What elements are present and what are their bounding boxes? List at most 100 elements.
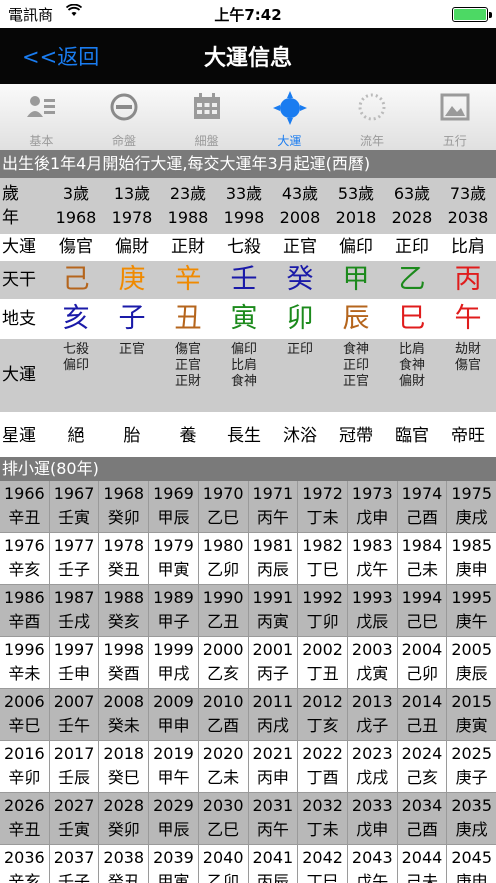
- canggan-shishen: 七殺: [62, 342, 89, 357]
- dizhi-char: 辰: [342, 303, 370, 334]
- xiaoyun-year: 1971: [252, 484, 294, 503]
- xiaoyun-cell: 2045 庚申: [447, 845, 496, 883]
- xiaoyun-ganzhi: 庚申: [455, 872, 488, 883]
- xiaoyun-year: 1994: [401, 588, 443, 607]
- xiaoyun-row: 2006 辛巳 2007 壬午 2008 癸未 2009 甲申 2010 乙酉 2011 丙戌 2012…: [0, 689, 496, 741]
- xiaoyun-cell: 2035 庚戌: [447, 793, 496, 844]
- xiaoyun-cell: 2026 辛丑: [0, 793, 50, 844]
- xiaoyun-cell: 2036 辛亥: [0, 845, 50, 883]
- xiaoyun-cell: 2044 己未: [398, 845, 448, 883]
- xiaoyun-cell: 2017 壬辰: [50, 741, 100, 792]
- xiaoyun-cell: 2043 戊午: [348, 845, 398, 883]
- canggan-shishen: 偏印: [230, 342, 257, 357]
- xiaoyun-cell: 2003 戊寅: [348, 637, 398, 688]
- xiaoyun-year: 2035: [451, 796, 493, 815]
- xiaoyun-ganzhi: 辛卯: [8, 768, 41, 787]
- tab-detail[interactable]: 細盤: [165, 84, 248, 150]
- xiaoyun-year: 2021: [252, 744, 294, 763]
- canggan-shishen: 劫財: [454, 342, 481, 357]
- xiaoyun-ganzhi: 乙卯: [207, 872, 240, 883]
- tiangan-char: 辛: [174, 264, 202, 295]
- year-value: 2018: [335, 208, 377, 227]
- xiaoyun-cell: 2023 戊戌: [348, 741, 398, 792]
- xiaoyun-ganzhi: 己酉: [405, 820, 438, 839]
- xiaoyun-year: 1968: [103, 484, 145, 503]
- xiaoyun-cell: 1998 癸酉: [99, 637, 150, 688]
- xiaoyun-ganzhi: 甲寅: [157, 560, 190, 579]
- xiaoyun-year: 2013: [351, 692, 393, 711]
- xiaoyun-year: 2006: [3, 692, 45, 711]
- xiaoyun-ganzhi: 丙午: [256, 508, 289, 527]
- xiaoyun-cell: 1993 戊辰: [348, 585, 398, 636]
- xiaoyun-year: 1970: [202, 484, 244, 503]
- xiaoyun-ganzhi: 乙丑: [207, 612, 240, 631]
- xiaoyun-ganzhi: 丁未: [306, 508, 339, 527]
- canggan-row: 大運 七殺 偏印 正官 傷官 正官 正財 偏印 比肩 食神 正印 食神 正印 正官 比肩 食神 偏財 劫財 傷官: [0, 339, 496, 412]
- dizhi-char: 寅: [230, 303, 258, 334]
- xiaoyun-year: 2029: [153, 796, 194, 815]
- tiangan-char: 庚: [118, 264, 146, 295]
- xingyun-value: 胎: [123, 426, 141, 446]
- age-year-cell: 53歲 2018: [328, 178, 384, 234]
- xiaoyun-cell: 2032 丁未: [298, 793, 348, 844]
- xingyun-value: 冠帶: [339, 426, 373, 446]
- status-bar: 電訊商 上午7:42: [0, 0, 496, 28]
- xiaoyun-ganzhi: 丙辰: [256, 560, 289, 579]
- xiaoyun-year: 2030: [202, 796, 244, 815]
- xiaoyun-ganzhi: 戊子: [356, 716, 389, 735]
- canggan-shishen: 食神: [342, 342, 369, 357]
- xiaoyun-ganzhi: 己未: [405, 872, 438, 883]
- dizhi-char: 子: [118, 303, 146, 334]
- age-value: 13歲: [113, 184, 151, 203]
- xiaoyun-ganzhi: 壬辰: [58, 768, 91, 787]
- xiaoyun-cell: 2029 甲辰: [149, 793, 199, 844]
- xiaoyun-year: 1977: [53, 536, 95, 555]
- xiaoyun-cell: 2014 己丑: [398, 689, 448, 740]
- canggan-shishen: 比肩: [398, 342, 425, 357]
- xiaoyun-ganzhi: 壬午: [58, 716, 91, 735]
- dayun-start-banner: 出生後1年4月開始行大運,每交大運年3月起運(西曆): [0, 150, 496, 178]
- xiaoyun-cell: 2028 癸卯: [99, 793, 150, 844]
- xiaoyun-cell: 2040 乙卯: [199, 845, 249, 883]
- xiaoyun-ganzhi: 乙巳: [207, 820, 240, 839]
- canggan-shishen: 偏財: [398, 374, 425, 389]
- xiaoyun-cell: 1971 丙午: [249, 481, 299, 532]
- age-year-cell: 33歲 1998: [216, 178, 272, 234]
- tiangan-row: 天干 己庚辛壬癸甲乙丙: [0, 261, 496, 299]
- age-value: 3歲: [62, 184, 90, 203]
- xiaoyun-year: 2000: [202, 640, 244, 659]
- xiaoyun-cell: 2009 甲申: [149, 689, 199, 740]
- tab-dayun[interactable]: 大運: [248, 84, 331, 150]
- row-head: 地支: [2, 309, 36, 329]
- xiaoyun-year: 1975: [451, 484, 493, 503]
- xiaoyun-year: 2040: [202, 848, 244, 867]
- xiaoyun-cell: 2034 己酉: [398, 793, 448, 844]
- xiaoyun-ganzhi: 癸巳: [107, 768, 140, 787]
- canggan-shishen: 比肩: [230, 358, 257, 373]
- circle-chart-icon: [108, 91, 140, 123]
- dayun-shishen: 七殺: [227, 237, 261, 257]
- xiaoyun-year: 2020: [202, 744, 244, 763]
- xiaoyun-year: 2018: [103, 744, 145, 763]
- xiaoyun-year: 1969: [153, 484, 194, 503]
- tab-chart[interactable]: 命盤: [83, 84, 166, 150]
- xiaoyun-cell: 1984 己未: [398, 533, 448, 584]
- xiaoyun-cell: 2021 丙申: [249, 741, 299, 792]
- xiaoyun-year: 1987: [53, 588, 95, 607]
- dizhi-char: 巳: [398, 303, 426, 334]
- xiaoyun-ganzhi: 乙卯: [207, 560, 240, 579]
- tab-basic[interactable]: 基本: [0, 84, 83, 150]
- xiaoyun-year: 2019: [153, 744, 194, 763]
- tab-liunian[interactable]: 流年: [331, 84, 414, 150]
- xiaoyun-cell: 2016 辛卯: [0, 741, 50, 792]
- dayun-shishen: 傷官: [59, 237, 93, 257]
- xiaoyun-row: 1986 辛酉 1987 壬戌 1988 癸亥 1989 甲子 1990 乙丑 1991 丙寅 1992…: [0, 585, 496, 637]
- xiaoyun-ganzhi: 癸卯: [107, 508, 140, 527]
- dizhi-char: 亥: [62, 303, 90, 334]
- xiaoyun-ganzhi: 癸亥: [107, 612, 140, 631]
- tab-wuxing[interactable]: 五行: [413, 84, 496, 150]
- tab-label: 流年: [360, 134, 385, 148]
- xiaoyun-cell: 1996 辛未: [0, 637, 50, 688]
- xingyun-value: 帝旺: [451, 426, 485, 446]
- year-value: 2028: [391, 208, 433, 227]
